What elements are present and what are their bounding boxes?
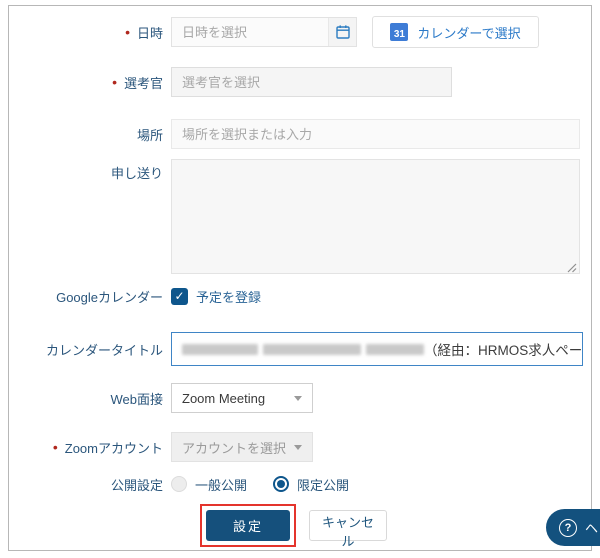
row-visibility: 公開設定 一般公開 限定公開 bbox=[9, 475, 591, 493]
location-input[interactable] bbox=[171, 119, 580, 149]
help-button[interactable]: ? ヘ bbox=[546, 509, 600, 546]
required-dot-icon: • bbox=[52, 439, 58, 455]
field-label-visibility: 公開設定 bbox=[110, 477, 163, 493]
register-schedule-checkbox[interactable]: ✓ bbox=[171, 287, 188, 305]
row-notes: 申し送り bbox=[9, 159, 591, 274]
interviewer-input[interactable] bbox=[171, 67, 452, 97]
row-datetime: • 日時 31 カレンダーで選択 bbox=[9, 16, 591, 48]
web-interview-selected-value: Zoom Meeting bbox=[182, 390, 266, 406]
radio-public-label[interactable]: 一般公開 bbox=[195, 475, 247, 494]
caret-down-icon bbox=[294, 444, 302, 450]
row-zoom-account: • Zoomアカウント アカウントを選択 bbox=[9, 432, 591, 462]
datetime-input-wrap bbox=[171, 17, 357, 47]
redacted-text bbox=[263, 343, 361, 355]
notes-textarea[interactable] bbox=[171, 159, 580, 274]
zoom-account-selected-value: アカウントを選択 bbox=[182, 440, 287, 456]
web-interview-select[interactable]: Zoom Meeting bbox=[171, 383, 313, 413]
redacted-text bbox=[182, 343, 258, 355]
radio-limited-label[interactable]: 限定公開 bbox=[297, 475, 349, 494]
submit-button[interactable]: 設定 bbox=[206, 510, 290, 541]
field-label-interviewer: • 選考官 bbox=[112, 74, 163, 91]
zoom-account-select[interactable]: アカウントを選択 bbox=[171, 432, 313, 462]
row-web-interview: Web面接 Zoom Meeting bbox=[9, 383, 591, 413]
field-label-zoom-account: • Zoomアカウント bbox=[52, 439, 163, 456]
field-label-google-calendar: Googleカレンダー bbox=[56, 289, 163, 305]
field-label-datetime: • 日時 bbox=[125, 24, 163, 41]
required-dot-icon: • bbox=[112, 74, 117, 90]
radio-public[interactable] bbox=[171, 476, 187, 492]
register-schedule-checkbox-label[interactable]: 予定を登録 bbox=[196, 287, 261, 306]
calendar-title-input[interactable]: （経由：HRMOS求人ページ） 会社 bbox=[171, 332, 583, 366]
google-calendar-icon: 31 bbox=[390, 23, 409, 41]
cancel-button[interactable]: キャンセル bbox=[309, 510, 387, 549]
required-dot-icon: • bbox=[125, 24, 130, 40]
row-interviewer: • 選考官 bbox=[9, 67, 591, 97]
form-panel: • 日時 31 カレンダーで選択 bbox=[8, 5, 592, 551]
calendar-select-button[interactable]: 31 カレンダーで選択 bbox=[372, 16, 539, 48]
field-label-notes: 申し送り bbox=[110, 166, 163, 181]
field-label-location: 場所 bbox=[136, 127, 163, 143]
radio-limited[interactable] bbox=[273, 476, 290, 492]
row-location: 場所 bbox=[9, 119, 591, 149]
question-mark-icon: ? bbox=[559, 518, 577, 537]
datetime-input[interactable] bbox=[172, 18, 328, 46]
row-calendar-title: カレンダータイトル （経由：HRMOS求人ページ） 会社 bbox=[9, 332, 591, 366]
calendar-icon[interactable] bbox=[328, 18, 356, 46]
help-button-label: ヘ bbox=[585, 521, 599, 536]
row-google-calendar: Googleカレンダー ✓ 予定を登録 bbox=[9, 286, 591, 306]
field-label-web-interview: Web面接 bbox=[110, 391, 164, 407]
caret-down-icon bbox=[294, 395, 302, 401]
calendar-select-button-label: カレンダーで選択 bbox=[417, 25, 521, 41]
resize-handle[interactable] bbox=[567, 261, 577, 273]
field-label-calendar-title: カレンダータイトル bbox=[45, 342, 163, 358]
calendar-title-suffix: （経由：HRMOS求人ページ） 会社 bbox=[424, 343, 582, 358]
redacted-text bbox=[366, 343, 424, 355]
